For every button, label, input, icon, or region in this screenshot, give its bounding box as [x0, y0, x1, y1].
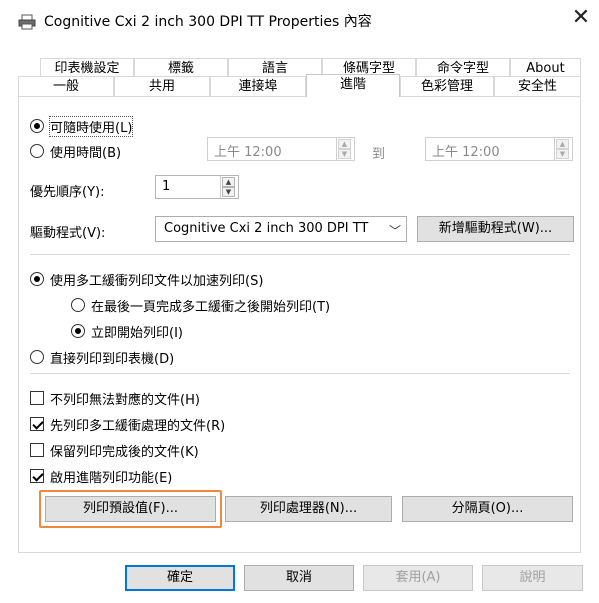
- separator-page-button[interactable]: 分隔頁(O)...: [402, 496, 573, 522]
- separator: [30, 373, 570, 374]
- print-direct-label: 直接列印到印表機(D): [50, 352, 175, 367]
- cancel-button[interactable]: 取消: [244, 565, 354, 591]
- keep-printed-label: 保留列印完成後的文件(K): [50, 445, 199, 460]
- start-immediately-label: 立即開始列印(I): [91, 326, 183, 341]
- print-spooled-first-checkbox[interactable]: [30, 417, 44, 431]
- print-processor-button[interactable]: 列印處理器(N)...: [225, 496, 392, 522]
- spool-radio[interactable]: [30, 272, 44, 286]
- printer-icon: [18, 14, 36, 30]
- chevron-down-icon: ﹀: [389, 224, 402, 238]
- enable-advanced-label: 啟用進階列印功能(E): [50, 471, 173, 486]
- hold-mismatched-label: 不列印無法對應的文件(H): [50, 393, 200, 408]
- start-after-last-page-label: 在最後一頁完成多工緩衝之後開始列印(T): [91, 300, 331, 315]
- close-icon[interactable]: ✕: [568, 6, 594, 32]
- priority-spinner[interactable]: ▲ ▼: [220, 176, 236, 198]
- available-from-label: 使用時間(B): [50, 146, 122, 161]
- spin-down-icon[interactable]: ▼: [222, 187, 235, 197]
- separator: [30, 254, 570, 255]
- apply-button[interactable]: 套用(A): [363, 565, 473, 591]
- to-label: 到: [372, 147, 386, 162]
- spin-up-icon[interactable]: ▲: [556, 139, 569, 149]
- keep-printed-checkbox[interactable]: [30, 443, 44, 457]
- tab-security[interactable]: 安全性: [494, 76, 581, 96]
- window-title: Cognitive Cxi 2 inch 300 DPI TT Properti…: [44, 14, 372, 30]
- always-available-label: 可隨時使用(L): [48, 116, 134, 137]
- priority-label: 優先順序(Y):: [30, 185, 105, 200]
- always-available-radio[interactable]: [30, 119, 44, 133]
- to-time-spinner[interactable]: ▲ ▼: [554, 138, 570, 160]
- driver-select[interactable]: Cognitive Cxi 2 inch 300 DPI TT: [155, 216, 407, 242]
- spool-label: 使用多工緩衝列印文件以加速列印(S): [50, 274, 264, 289]
- tab-printer-settings[interactable]: 印表機設定: [40, 58, 134, 78]
- print-direct-radio[interactable]: [30, 350, 44, 364]
- start-after-last-page-radio[interactable]: [71, 298, 85, 312]
- spin-down-icon[interactable]: ▼: [338, 149, 351, 159]
- help-button[interactable]: 說明: [482, 565, 583, 591]
- from-time-spinner[interactable]: ▲ ▼: [336, 138, 352, 160]
- printing-defaults-button[interactable]: 列印預設值(F)...: [45, 496, 216, 522]
- available-from-radio[interactable]: [30, 144, 44, 158]
- tab-labels[interactable]: 標籤: [134, 58, 228, 78]
- tab-about[interactable]: About: [510, 58, 581, 78]
- ok-button[interactable]: 確定: [125, 565, 235, 591]
- tab-advanced[interactable]: 進階: [306, 74, 400, 97]
- spin-up-icon[interactable]: ▲: [222, 177, 235, 187]
- start-immediately-radio[interactable]: [71, 324, 85, 338]
- tab-general[interactable]: 一般: [18, 76, 114, 96]
- spin-up-icon[interactable]: ▲: [338, 139, 351, 149]
- from-time-input[interactable]: 上午 12:00: [207, 137, 355, 161]
- new-driver-button[interactable]: 新增驅動程式(W)...: [417, 216, 574, 242]
- tab-command-fonts[interactable]: 命令字型: [416, 58, 510, 78]
- print-spooled-first-label: 先列印多工緩衝處理的文件(R): [50, 419, 226, 434]
- tab-ports[interactable]: 連接埠: [210, 76, 306, 96]
- tab-sharing[interactable]: 共用: [114, 76, 210, 96]
- hold-mismatched-checkbox[interactable]: [30, 391, 44, 405]
- enable-advanced-checkbox[interactable]: [30, 469, 44, 483]
- to-time-input[interactable]: 上午 12:00: [425, 137, 573, 161]
- spin-down-icon[interactable]: ▼: [556, 149, 569, 159]
- driver-select-value: Cognitive Cxi 2 inch 300 DPI TT: [164, 221, 369, 236]
- driver-label: 驅動程式(V):: [30, 226, 106, 241]
- tab-color-management[interactable]: 色彩管理: [400, 76, 494, 96]
